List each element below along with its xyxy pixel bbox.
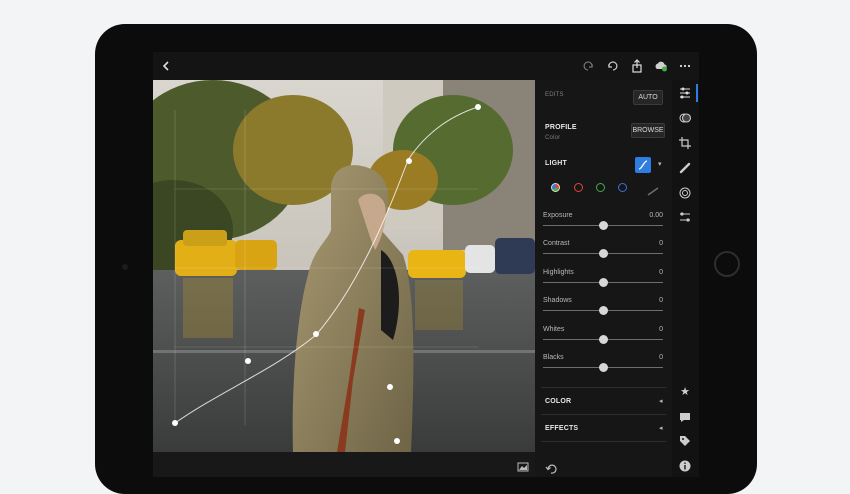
slider-name: Contrast [543,240,570,247]
front-camera [122,264,128,270]
slider-name: Blacks [543,354,564,361]
light-expand-icon[interactable]: ▾ [658,160,662,168]
browse-button[interactable]: BROWSE [631,123,665,138]
photo-canvas[interactable] [153,80,535,452]
effects-section-label[interactable]: EFFECTS [545,425,578,432]
slider-knob[interactable] [599,363,608,372]
slider-knob[interactable] [599,221,608,230]
slider-value: 0 [659,297,663,304]
slider-contrast[interactable]: Contrast 0 [543,240,663,266]
healing-brush-icon[interactable] [678,161,692,175]
slider-value: 0 [659,326,663,333]
red-curve-icon[interactable] [574,183,583,192]
slider-value: 0.00 [649,212,663,219]
slider-name: Shadows [543,297,572,304]
tool-rail: ★ [672,80,699,477]
effects-expand-icon[interactable]: ◂ [659,424,663,432]
more-icon[interactable] [678,59,692,73]
green-curve-icon[interactable] [596,183,605,192]
slider-knob[interactable] [599,278,608,287]
share-icon[interactable] [630,59,644,73]
slider-name: Exposure [543,212,573,219]
profile-label: PROFILE [545,124,577,131]
home-button[interactable] [714,251,740,277]
star-rating-icon[interactable]: ★ [678,385,692,399]
color-section-label[interactable]: COLOR [545,398,571,405]
adjust-sliders-icon[interactable] [678,86,692,100]
undo-icon[interactable] [606,59,620,73]
presets-icon[interactable] [678,111,692,125]
slider-name: Highlights [543,269,574,276]
slider-value: 0 [659,354,663,361]
slider-knob[interactable] [599,249,608,258]
profile-value: Color [545,135,561,141]
active-tool-indicator [696,84,698,102]
crop-icon[interactable] [678,136,692,150]
slider-blacks[interactable]: Blacks 0 [543,354,663,380]
info-icon[interactable] [678,459,692,473]
top-toolbar [153,52,699,80]
versions-icon[interactable] [678,210,692,224]
bottom-toolbar [153,452,535,477]
street-photo [153,80,535,452]
comment-icon[interactable] [678,410,692,424]
slider-whites[interactable]: Whites 0 [543,326,663,352]
edit-panel: EDITS AUTO PROFILE Color BROWSE LIGHT ▾ … [535,80,672,477]
divider [541,414,666,415]
blue-curve-icon[interactable] [618,183,627,192]
auto-button[interactable]: AUTO [633,90,663,105]
edits-label: EDITS [545,92,564,98]
slider-value: 0 [659,269,663,276]
divider [541,387,666,388]
slider-exposure[interactable]: Exposure 0.00 [543,212,663,238]
divider [541,441,666,442]
curve-reset-icon[interactable] [647,183,659,196]
before-after-icon[interactable] [517,459,529,472]
slider-shadows[interactable]: Shadows 0 [543,297,663,323]
slider-value: 0 [659,240,663,247]
slider-name: Whites [543,326,565,333]
tone-curve-button[interactable] [635,157,651,173]
slider-knob[interactable] [599,306,608,315]
tag-icon[interactable] [678,434,692,448]
color-expand-icon[interactable]: ◂ [659,397,663,405]
cloud-sync-icon[interactable] [654,59,668,73]
light-label: LIGHT [545,160,567,167]
redo-icon[interactable] [581,59,595,73]
lightroom-screen: EDITS AUTO PROFILE Color BROWSE LIGHT ▾ … [153,52,699,477]
chevron-left-icon[interactable] [159,59,173,73]
tone-curve-icon [638,160,648,170]
selective-edit-icon[interactable] [678,186,692,200]
slider-highlights[interactable]: Highlights 0 [543,269,663,295]
rgb-curve-icon[interactable] [551,183,560,192]
slider-knob[interactable] [599,335,608,344]
reset-icon[interactable] [545,461,557,474]
